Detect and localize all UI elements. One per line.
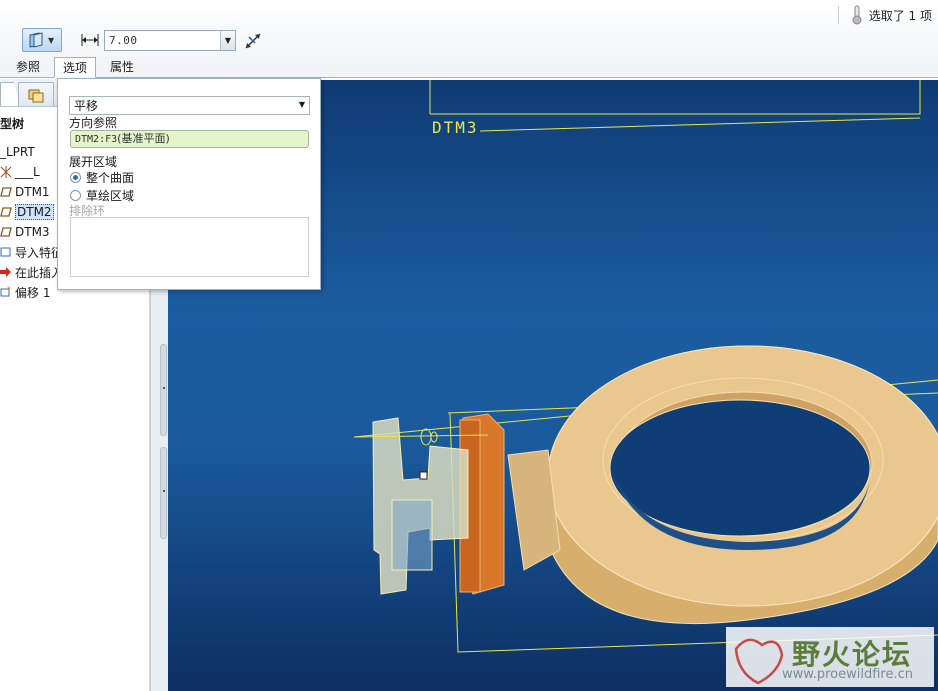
radio-dot[interactable] — [70, 190, 81, 201]
tree-item-label: 导入特征 — [15, 245, 64, 260]
datum-label-dtm3: DTM3 — [432, 118, 479, 137]
tree-item-label: 偏移 1 — [15, 285, 51, 300]
svg-text:*: * — [7, 286, 11, 294]
tab-properties[interactable]: 属性 — [102, 57, 142, 78]
tree-item-import-feature[interactable]: 导入特征 — [0, 243, 63, 261]
tree-item-label: DTM2 — [15, 204, 54, 220]
chevron-down-icon: ▼ — [48, 35, 55, 45]
dashboard-toolbar: 选取了 1 项 ▼ 7.00 ▼ — [0, 0, 938, 58]
tree-item-insert-here[interactable]: 在此插入 — [0, 263, 63, 281]
offset-value-text[interactable]: 7.00 — [105, 34, 220, 47]
flip-direction-icon[interactable] — [243, 31, 263, 51]
csys-icon — [0, 166, 12, 178]
tree-item-label: 在此插入 — [15, 265, 64, 280]
navigator-tab-folder[interactable] — [18, 82, 54, 106]
watermark-url: www.proewildfire.cn — [782, 667, 913, 682]
tree-item-label: ___L — [15, 165, 40, 179]
chevron-down-icon[interactable]: ▼ — [299, 100, 305, 109]
folder-browser-icon — [28, 89, 44, 102]
splitter-grip[interactable] — [160, 344, 167, 436]
toolbar-divider — [837, 6, 839, 24]
tree-item-part[interactable]: _LPRT — [0, 143, 35, 161]
offset-surface-icon — [29, 32, 43, 48]
dimension-icon — [81, 34, 99, 46]
tree-item-csys[interactable]: ___L — [0, 163, 40, 181]
offset-value-input[interactable]: 7.00 ▼ — [104, 30, 236, 51]
exclude-loop-collector[interactable] — [70, 217, 309, 277]
tab-references[interactable]: 参照 — [8, 57, 48, 78]
tree-item-label: DTM1 — [15, 185, 50, 199]
insert-here-arrow-icon — [0, 266, 12, 278]
radio-whole-surface[interactable]: 整个曲面 — [70, 169, 134, 186]
expand-area-label: 展开区域 — [69, 155, 118, 169]
tree-item-dtm1[interactable]: DTM1 — [0, 183, 50, 201]
radio-dot-selected[interactable] — [70, 172, 81, 183]
offset-type-value[interactable]: 平移 — [74, 97, 98, 114]
datum-plane-icon — [0, 226, 12, 238]
options-panel: 平移 ▼ 方向参照 DTM2:F3(基准平面) 展开区域 整个曲面 草绘区域 排… — [57, 78, 321, 290]
thermometer-icon — [852, 5, 862, 25]
forum-watermark: 野火论坛 www.proewildfire.cn — [726, 627, 934, 687]
direction-ref-label: 方向参照 — [69, 116, 118, 130]
datum-plane-icon — [0, 186, 12, 198]
import-feature-icon — [0, 246, 12, 258]
tab-options[interactable]: 选项 — [54, 57, 97, 78]
tree-item-offset[interactable]: * 偏移 1 — [0, 283, 50, 301]
direction-ref-desc: (基准平面) — [117, 132, 170, 145]
splitter-grip[interactable] — [160, 447, 167, 539]
dashboard-tabs: 参照 选项 属性 — [0, 57, 938, 78]
offset-type-select[interactable]: 平移 ▼ — [69, 96, 310, 115]
selection-status: 选取了 1 项 — [837, 5, 932, 25]
tree-item-label: DTM3 — [15, 225, 50, 239]
chevron-down-icon[interactable]: ▼ — [220, 31, 235, 50]
navigator-tab-model-tree[interactable] — [0, 82, 20, 106]
datum-plane-icon — [0, 206, 12, 218]
offset-feature-icon: * — [0, 286, 12, 298]
radio-label: 整个曲面 — [86, 171, 135, 185]
watermark-logo-icon — [734, 638, 784, 685]
tree-item-label: _LPRT — [0, 145, 35, 159]
direction-ref-code: DTM2:F3 — [75, 134, 118, 145]
offset-type-button[interactable]: ▼ — [22, 28, 62, 52]
direction-ref-collector[interactable]: DTM2:F3(基准平面) — [70, 130, 309, 148]
model-tree-title: 型树 — [0, 117, 25, 131]
tree-item-dtm2[interactable]: DTM2 — [0, 203, 54, 221]
tree-item-dtm3[interactable]: DTM3 — [0, 223, 50, 241]
selection-status-text: 选取了 1 项 — [868, 8, 932, 23]
